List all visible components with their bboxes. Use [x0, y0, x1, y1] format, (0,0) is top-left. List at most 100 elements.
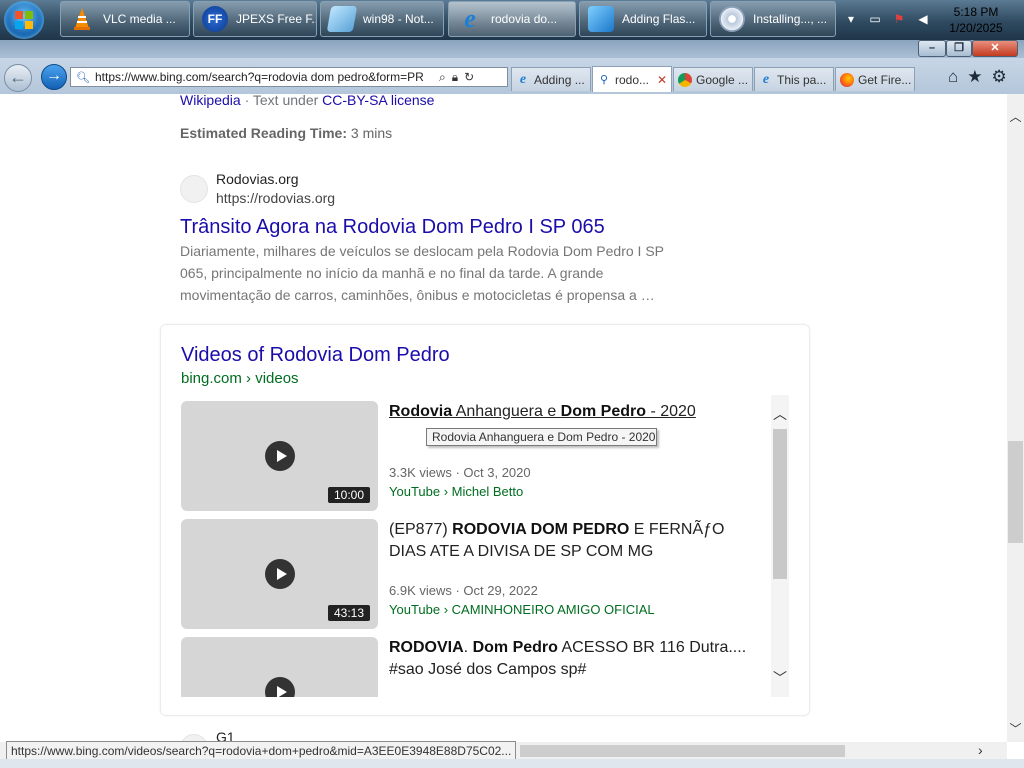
- video-thumbnail[interactable]: 43:13: [181, 519, 378, 629]
- site-favicon[interactable]: [180, 175, 208, 203]
- favorites-star-icon[interactable]: ★: [967, 67, 982, 87]
- vertical-scrollbar[interactable]: ︿ ﹀: [1007, 94, 1024, 742]
- address-bar[interactable]: 🔍︎ ⌕ 🔒︎ ↻: [70, 67, 508, 87]
- scroll-down-icon[interactable]: ﹀: [773, 671, 787, 685]
- video-item[interactable]: 10:00 Rodovia Anhanguera e Dom Pedro - 2…: [181, 395, 771, 511]
- vlc-cone-icon: [74, 8, 90, 30]
- result-snippet: Diariamente, milhares de veículos se des…: [180, 243, 664, 303]
- reading-time: Estimated Reading Time: 3 mins: [180, 125, 392, 141]
- vertical-scroll-thumb[interactable]: [1008, 441, 1023, 543]
- taskbar-button-label: JPEXS Free F...: [236, 12, 316, 26]
- videos-heading-link[interactable]: Videos of Rodovia Dom Pedro: [181, 344, 450, 367]
- volume-icon[interactable]: ◀: [916, 12, 930, 26]
- tab-adding[interactable]: e Adding ...: [511, 67, 591, 91]
- site-name[interactable]: Rodovias.org: [216, 171, 299, 187]
- result-title-link[interactable]: Trânsito Agora na Rodovia Dom Pedro I SP…: [180, 216, 605, 239]
- search-dropdown-icon[interactable]: ⌕: [439, 70, 446, 85]
- home-icon[interactable]: ⌂: [948, 67, 958, 87]
- video-item[interactable]: 43:13 (EP877) RODOVIA DOM PEDRO E FERNÃƒ…: [181, 513, 771, 629]
- attribution-line: Wikipedia · Text under CC-BY-SA license: [180, 94, 434, 108]
- reading-time-value: 3 mins: [347, 125, 393, 141]
- tab-label: Adding ...: [534, 72, 585, 87]
- action-center-flag-icon[interactable]: ⚑: [892, 12, 906, 26]
- clock-date[interactable]: 1/20/2025: [946, 21, 1006, 35]
- tab-google[interactable]: Google ...: [673, 67, 753, 91]
- chrome-icon: [678, 72, 692, 87]
- refresh-icon[interactable]: ↻: [464, 70, 474, 84]
- title-bold: Dom Pedro: [560, 403, 647, 420]
- installer-icon: [588, 6, 614, 32]
- scroll-up-icon[interactable]: ︿: [773, 407, 787, 421]
- tab-get-firefox[interactable]: Get Fire...: [835, 67, 915, 91]
- taskbar-button-label: rodovia do...: [491, 12, 558, 26]
- title-text: (EP877): [389, 521, 453, 538]
- video-meta: 6.9K views · Oct 29, 2022: [389, 583, 538, 598]
- settings-gear-icon[interactable]: ⚙: [992, 67, 1007, 87]
- taskbar-button-label: win98 - Not...: [363, 12, 434, 26]
- site-url[interactable]: https://rodovias.org: [216, 190, 335, 206]
- video-title-link[interactable]: (EP877) RODOVIA DOM PEDRO E FERNÃƒO DIAS…: [389, 519, 754, 563]
- title-bold: Rodovia: [389, 403, 453, 420]
- window-controls: – ❐ ✕: [918, 40, 1018, 58]
- start-button[interactable]: [4, 1, 44, 39]
- lock-icon[interactable]: 🔒︎: [452, 70, 458, 85]
- search-icon: ⚲: [599, 73, 609, 86]
- taskbar-button-notepad[interactable]: win98 - Not...: [320, 1, 444, 37]
- status-bar-url: https://www.bing.com/videos/search?q=rod…: [6, 741, 517, 761]
- ie-icon: e: [464, 4, 476, 33]
- reading-time-label: Estimated Reading Time:: [180, 125, 348, 141]
- video-title-link[interactable]: RODOVIA. Dom Pedro ACESSO BR 116 Dutra..…: [389, 637, 754, 681]
- ie-icon: e: [519, 71, 527, 87]
- scroll-up-icon[interactable]: ︿: [1007, 108, 1024, 125]
- tab-close-icon[interactable]: ✕: [657, 73, 667, 87]
- maximize-button[interactable]: ❐: [946, 40, 972, 57]
- browser-toolbar: ← → 🔍︎ ⌕ 🔒︎ ↻ e Adding ... ⚲ rodo... ✕ G…: [0, 58, 1024, 95]
- tab-label: Get Fire...: [858, 72, 912, 87]
- back-button[interactable]: ←: [4, 64, 32, 92]
- title-bold: Dom Pedro: [472, 639, 558, 656]
- horizontal-scroll-thumb[interactable]: [520, 745, 845, 757]
- notepad-icon: [326, 6, 358, 32]
- license-link[interactable]: CC-BY-SA license: [322, 94, 434, 108]
- firefox-icon: [840, 72, 854, 87]
- show-hidden-icons-chevron-icon[interactable]: ▾: [844, 12, 858, 26]
- video-channel[interactable]: YouTube › Michel Betto: [389, 484, 523, 499]
- taskbar-button-adding-flash[interactable]: Adding Flas...: [579, 1, 707, 37]
- title-bold: RODOVIA: [389, 639, 464, 656]
- video-list-scrollbar[interactable]: ︿ ﹀: [771, 395, 789, 697]
- taskbar-button-vlc[interactable]: VLC media ...: [60, 1, 190, 37]
- tab-this-page[interactable]: e This pa...: [754, 67, 834, 91]
- window-titlebar: [0, 40, 1024, 58]
- address-input[interactable]: [95, 69, 435, 85]
- taskbar-button-ie-rodovia[interactable]: e rodovia do...: [448, 1, 576, 37]
- taskbar-button-label: VLC media ...: [103, 12, 176, 26]
- video-thumbnail[interactable]: 10:00: [181, 401, 378, 511]
- close-button[interactable]: ✕: [972, 40, 1018, 57]
- videos-source-link[interactable]: bing.com › videos: [181, 370, 299, 387]
- tab-rodovia[interactable]: ⚲ rodo... ✕: [592, 66, 672, 92]
- forward-button[interactable]: →: [41, 64, 67, 90]
- video-channel[interactable]: YouTube › CAMINHONEIRO AMIGO OFICIAL: [389, 602, 655, 617]
- tab-label: rodo...: [615, 72, 650, 87]
- video-title-link[interactable]: Rodovia Anhanguera e Dom Pedro - 2020: [389, 401, 754, 423]
- clock-time[interactable]: 5:18 PM: [946, 5, 1006, 19]
- video-meta: 3.3K views · Oct 3, 2020: [389, 465, 531, 480]
- scroll-right-icon[interactable]: ›: [978, 742, 983, 758]
- ffdec-icon: FF: [202, 6, 228, 32]
- tab-label: This pa...: [777, 72, 827, 87]
- video-list-scroll-thumb[interactable]: [773, 429, 787, 579]
- browser-tools: ⌂ ★ ⚙: [948, 67, 1020, 87]
- video-thumbnail[interactable]: [181, 637, 378, 697]
- taskbar-button-installing[interactable]: Installing..., ...: [710, 1, 836, 37]
- wikipedia-link[interactable]: Wikipedia: [180, 94, 241, 108]
- network-icon[interactable]: ▭: [868, 12, 882, 26]
- minimize-button[interactable]: –: [918, 40, 946, 57]
- attribution-separator: · Text under: [240, 94, 323, 108]
- taskbar-button-jpexs[interactable]: FF JPEXS Free F...: [193, 1, 317, 37]
- taskbar-button-label: Installing..., ...: [753, 12, 828, 26]
- window-bottom-border: [0, 759, 1024, 768]
- video-item[interactable]: RODOVIA. Dom Pedro ACESSO BR 116 Dutra..…: [181, 631, 771, 697]
- title-text: - 2020: [646, 403, 696, 420]
- taskbar-button-label: Adding Flas...: [622, 12, 696, 26]
- scroll-down-icon[interactable]: ﹀: [1007, 720, 1024, 737]
